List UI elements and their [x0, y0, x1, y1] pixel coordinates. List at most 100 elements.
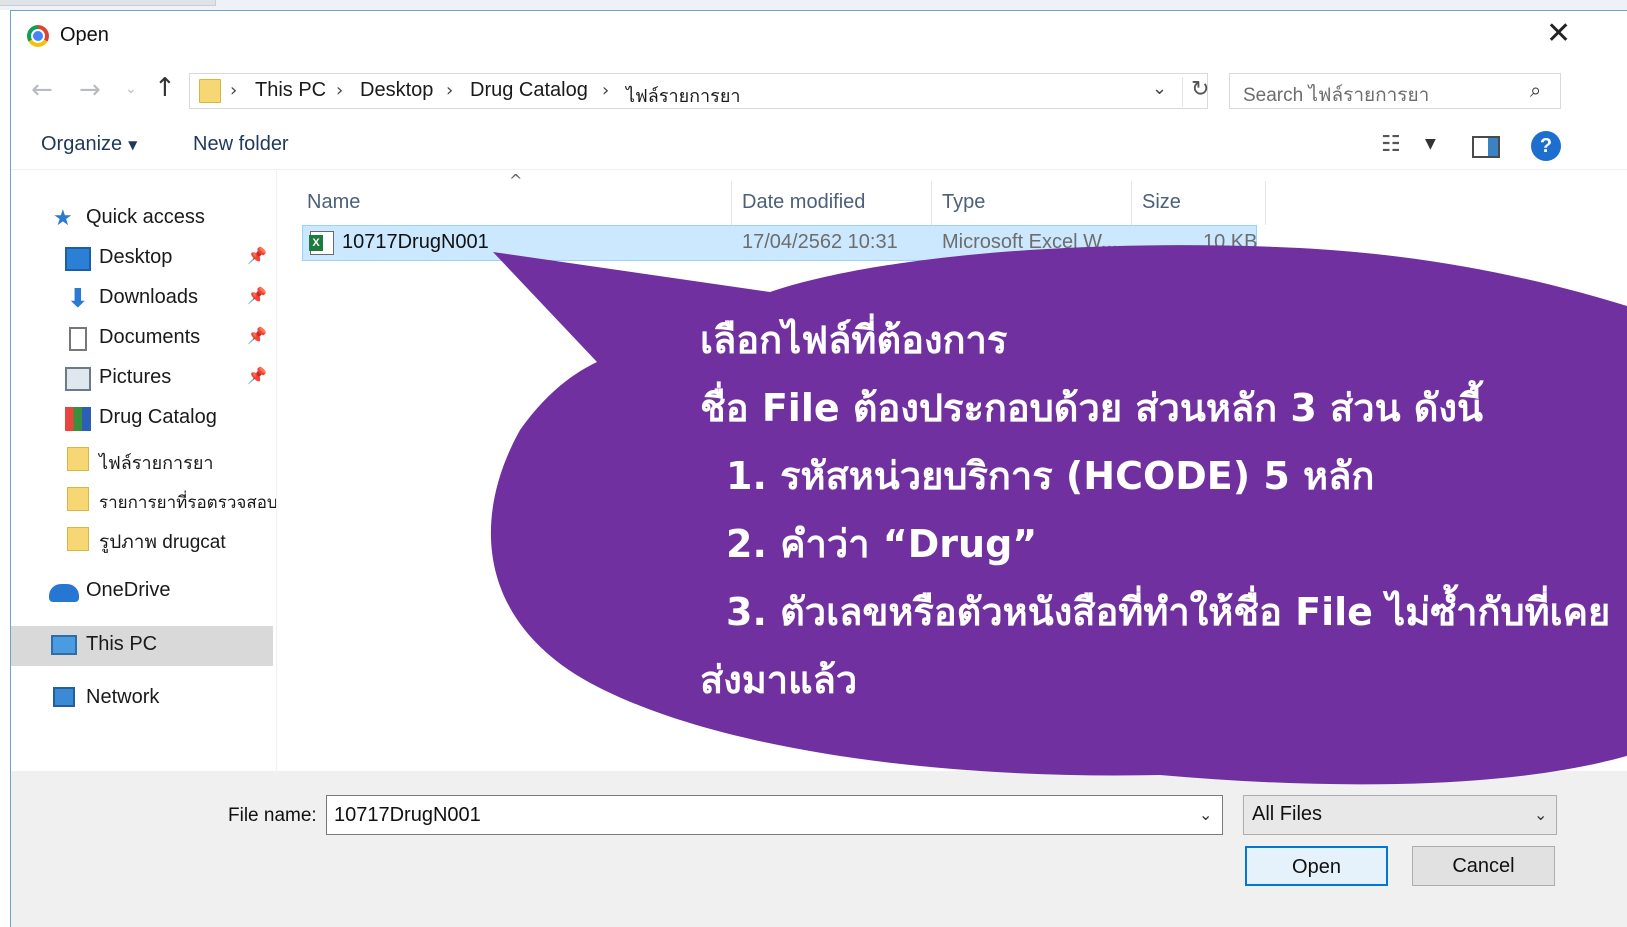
- breadcrumb-desktop[interactable]: Desktop: [360, 79, 433, 102]
- date-modified-cell: 17/04/2562 10:31: [742, 231, 898, 253]
- pin-icon: 📌: [247, 366, 267, 385]
- pin-icon: 📌: [247, 246, 267, 265]
- column-divider[interactable]: [1131, 181, 1132, 225]
- open-button[interactable]: Open: [1245, 846, 1388, 886]
- breadcrumb-separator-icon[interactable]: ›: [336, 80, 343, 101]
- sidebar-item-label: Documents: [99, 326, 201, 348]
- column-header-date-modified[interactable]: Date modified: [742, 191, 865, 214]
- dialog-title: Open: [60, 24, 109, 46]
- type-cell: Microsoft Excel W...: [942, 231, 1118, 253]
- sidebar-item-label: ไฟล์รายการยา: [99, 453, 214, 473]
- navigation-pane: ★ Quick access Desktop 📌 ⬇ Downloads 📌 D…: [11, 171, 278, 771]
- title-bar: Open ✕: [11, 11, 1627, 61]
- column-divider[interactable]: [1265, 181, 1266, 225]
- organize-button[interactable]: Organize ▼: [41, 133, 137, 156]
- address-dropdown-icon[interactable]: ⌄: [1152, 78, 1167, 99]
- sidebar-item-desktop[interactable]: Desktop 📌: [11, 241, 273, 277]
- up-arrow-icon[interactable]: ↑: [154, 73, 176, 103]
- sidebar-item-network[interactable]: Network: [11, 681, 273, 717]
- breadcrumb-drug-files-folder[interactable]: ไฟล์รายการยา: [626, 81, 740, 110]
- background-tab: [0, 0, 216, 6]
- documents-icon: [69, 327, 87, 351]
- search-box[interactable]: Search ไฟล์รายการยา ⌕: [1229, 73, 1561, 109]
- help-icon[interactable]: ?: [1531, 131, 1561, 161]
- sidebar-item-label: Network: [86, 686, 160, 708]
- search-icon: ⌕: [1530, 78, 1542, 102]
- pictures-icon: [65, 367, 91, 391]
- recent-locations-chevron-icon[interactable]: ⌄: [125, 81, 137, 97]
- pin-icon: 📌: [247, 286, 267, 305]
- sidebar-item-label: Pictures: [99, 366, 172, 388]
- desktop-icon: [65, 247, 91, 271]
- column-header-size[interactable]: Size: [1142, 191, 1181, 214]
- chevron-down-icon[interactable]: ⌄: [1199, 805, 1212, 824]
- sidebar-item-quick-access[interactable]: ★ Quick access: [11, 201, 273, 237]
- sidebar-item-label: รายการยาที่รอตรวจสอบ: [99, 493, 278, 512]
- back-arrow-icon[interactable]: ←: [31, 75, 53, 105]
- cancel-button[interactable]: Cancel: [1412, 846, 1555, 886]
- file-name-cell: 10717DrugN001: [342, 231, 489, 253]
- close-icon[interactable]: ✕: [1546, 19, 1571, 49]
- dialog-footer: File name: 10717DrugN001 ⌄ All Files ⌄ O…: [11, 771, 1627, 927]
- breadcrumb-separator-icon[interactable]: ›: [446, 80, 453, 101]
- file-name-input[interactable]: 10717DrugN001 ⌄: [326, 795, 1223, 835]
- sidebar-item-label: Desktop: [99, 246, 173, 268]
- sidebar-item-label: This PC: [86, 633, 158, 655]
- star-icon: ★: [53, 206, 73, 231]
- sidebar-item-label: รูปภาพ drugcat: [99, 532, 226, 553]
- onedrive-icon: [49, 584, 79, 602]
- pin-icon: 📌: [247, 326, 267, 345]
- this-pc-icon: [51, 635, 77, 655]
- column-header-name[interactable]: Name: [307, 191, 360, 214]
- sidebar-item-label: Drug Catalog: [99, 406, 217, 428]
- table-row[interactable]: 10717DrugN001 17/04/2562 10:31 Microsoft…: [302, 225, 1257, 261]
- chevron-down-icon: ⌄: [1534, 805, 1548, 824]
- folder-icon: [67, 447, 89, 471]
- screen: Open ✕ ← → ⌄ ↑ › This PC › Desktop › Dru…: [0, 0, 1627, 927]
- sidebar-item-documents[interactable]: Documents 📌: [11, 321, 273, 357]
- network-icon: [53, 687, 75, 707]
- organize-label: Organize: [41, 133, 123, 155]
- drug-catalog-icon: [65, 407, 91, 431]
- new-folder-button[interactable]: New folder: [193, 133, 289, 156]
- toolbar: Organize ▼ New folder ☷ ▼ ?: [11, 126, 1627, 170]
- sidebar-item-pending-drugs[interactable]: รายการยาที่รอตรวจสอบ: [11, 481, 278, 517]
- background-strip: [0, 0, 1627, 10]
- refresh-icon[interactable]: ↻: [1182, 77, 1209, 107]
- preview-pane-icon[interactable]: [1472, 136, 1500, 158]
- sidebar-item-downloads[interactable]: ⬇ Downloads 📌: [11, 281, 273, 317]
- sidebar-item-onedrive[interactable]: OneDrive: [11, 574, 273, 610]
- breadcrumb-drug-catalog[interactable]: Drug Catalog: [470, 79, 588, 102]
- folder-icon: [67, 527, 89, 551]
- file-name-value: 10717DrugN001: [334, 804, 481, 826]
- breadcrumb-separator-icon[interactable]: ›: [602, 80, 609, 101]
- column-divider[interactable]: [731, 181, 732, 225]
- forward-arrow-icon[interactable]: →: [79, 75, 101, 105]
- sidebar-item-label: OneDrive: [86, 579, 171, 601]
- breadcrumb-this-pc[interactable]: This PC: [255, 79, 326, 102]
- sort-ascending-icon: ^: [509, 171, 523, 190]
- address-bar[interactable]: › This PC › Desktop › Drug Catalog › ไฟล…: [189, 73, 1209, 110]
- sidebar-item-drug-catalog[interactable]: Drug Catalog: [11, 401, 273, 437]
- file-type-value: All Files: [1252, 803, 1323, 825]
- file-list: ^ Name Date modified Type Size 10717Drug…: [276, 171, 1627, 771]
- excel-file-icon: [309, 231, 334, 255]
- sidebar-item-pictures[interactable]: Pictures 📌: [11, 361, 273, 397]
- folder-icon: [67, 487, 89, 511]
- column-divider[interactable]: [931, 181, 932, 225]
- column-header-type[interactable]: Type: [942, 191, 985, 214]
- sidebar-item-this-pc[interactable]: This PC: [11, 626, 273, 666]
- sidebar-item-drugcat-images[interactable]: รูปภาพ drugcat: [11, 521, 273, 557]
- caret-down-icon: ▼: [128, 137, 138, 152]
- open-dialog: Open ✕ ← → ⌄ ↑ › This PC › Desktop › Dru…: [10, 10, 1627, 927]
- file-name-label: File name:: [228, 805, 317, 826]
- sidebar-item-drug-files[interactable]: ไฟล์รายการยา: [11, 441, 273, 477]
- sidebar-item-label: Downloads: [99, 286, 198, 308]
- file-type-select[interactable]: All Files ⌄: [1243, 795, 1557, 835]
- download-icon: ⬇: [67, 284, 89, 314]
- breadcrumb-separator-icon[interactable]: ›: [230, 80, 237, 101]
- search-placeholder: Search ไฟล์รายการยา: [1243, 85, 1430, 106]
- chrome-icon: [27, 25, 49, 47]
- view-options-caret-icon[interactable]: ▼: [1425, 136, 1436, 152]
- change-view-icon[interactable]: ☷: [1381, 132, 1401, 157]
